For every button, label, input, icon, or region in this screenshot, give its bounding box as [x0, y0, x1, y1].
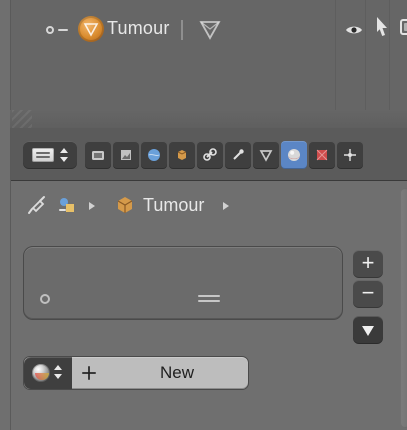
- scrollbar-thumb[interactable]: [400, 188, 407, 428]
- list-resize-grip-icon[interactable]: [198, 295, 220, 303]
- object-cube-icon[interactable]: [113, 193, 137, 217]
- remove-slot-button[interactable]: −: [353, 280, 383, 308]
- outliner-column-divider: [389, 0, 390, 128]
- pin-icon[interactable]: [26, 194, 48, 216]
- render-tab-icon[interactable]: [85, 141, 111, 169]
- render-icon[interactable]: [399, 17, 407, 37]
- dropdown-arrow-icon: [362, 326, 374, 336]
- object-tab-icon[interactable]: [169, 141, 195, 169]
- material-browse-button[interactable]: [24, 357, 72, 389]
- mesh-triangle-icon: [83, 23, 99, 37]
- constraints-tab-icon[interactable]: [197, 141, 223, 169]
- properties-icon: [32, 148, 54, 162]
- modifiers-tab-icon[interactable]: [225, 141, 251, 169]
- properties-tabs: [85, 141, 363, 169]
- breadcrumb-arrow-icon: [223, 202, 229, 210]
- context-object-name[interactable]: Tumour: [143, 195, 204, 216]
- resize-grip-icon[interactable]: [12, 110, 32, 128]
- texture-tab-icon[interactable]: [309, 141, 335, 169]
- tree-toggle-line: [58, 29, 68, 31]
- context-path: Tumour: [11, 184, 407, 224]
- breadcrumb-arrow-icon: [89, 202, 95, 210]
- mesh-icon[interactable]: [197, 16, 223, 42]
- tree-toggle-icon[interactable]: [46, 25, 72, 35]
- outliner-column-divider: [335, 0, 336, 128]
- properties-header: [11, 128, 407, 181]
- outliner-panel: Tumour: [10, 0, 407, 128]
- material-slots-list[interactable]: [23, 246, 343, 320]
- properties-editor: Tumour + − New: [10, 128, 407, 430]
- object-icon[interactable]: [78, 16, 104, 42]
- material-tab-icon[interactable]: [281, 141, 307, 169]
- outliner-divider: [181, 20, 183, 40]
- up-down-icon: [54, 365, 62, 379]
- properties-scrollbar[interactable]: [400, 188, 407, 428]
- particles-tab-icon[interactable]: [337, 141, 363, 169]
- slot-specials-button[interactable]: [353, 316, 383, 344]
- new-material-label[interactable]: New: [160, 363, 194, 383]
- data-tab-icon[interactable]: [253, 141, 279, 169]
- outliner-properties-separator: [10, 110, 407, 129]
- outliner-column-divider: [365, 0, 366, 128]
- slot-indicator-icon: [40, 294, 50, 304]
- world-tab-icon[interactable]: [141, 141, 167, 169]
- scene-icon[interactable]: [55, 194, 77, 216]
- eye-icon[interactable]: [345, 23, 363, 35]
- tree-toggle-circle: [46, 26, 54, 34]
- add-slot-button[interactable]: +: [353, 250, 383, 278]
- plus-icon: [80, 364, 98, 382]
- editor-type-button[interactable]: [23, 141, 77, 169]
- minus-icon: −: [361, 280, 375, 305]
- new-material-control[interactable]: New: [23, 356, 249, 390]
- blender-screenshot: Tumour Tumour + − New: [0, 0, 407, 430]
- scene-tab-icon[interactable]: [113, 141, 139, 169]
- cursor-icon[interactable]: [375, 16, 389, 36]
- material-ball-icon: [32, 364, 50, 382]
- material-slot-buttons: + −: [353, 250, 383, 344]
- plus-icon: +: [361, 250, 375, 275]
- outliner-object-name[interactable]: Tumour: [107, 18, 170, 39]
- up-down-icon: [60, 148, 68, 162]
